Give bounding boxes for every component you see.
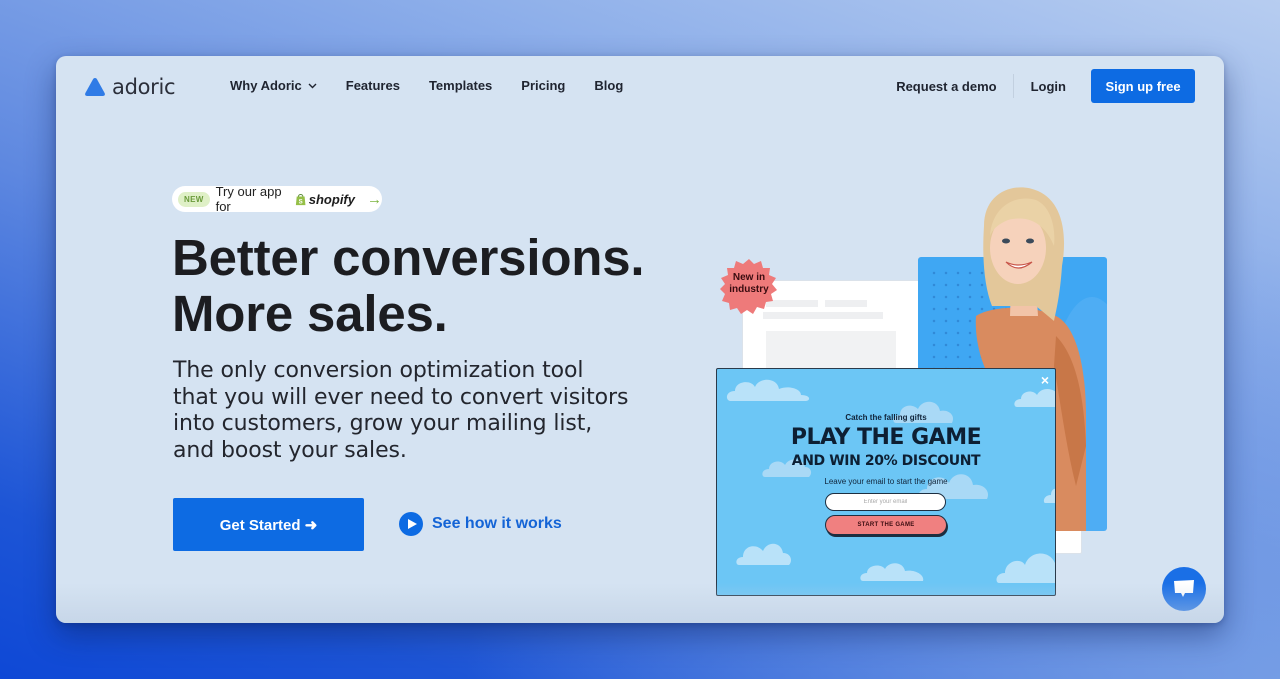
nav-blog[interactable]: Blog: [594, 78, 623, 93]
popup-kicker: Catch the falling gifts: [845, 413, 927, 422]
cloud-decoration: [726, 379, 810, 401]
hero-subtext: The only conversion optimization tool th…: [173, 358, 629, 463]
mock-line: [825, 300, 867, 307]
start-game-button[interactable]: START THE GAME: [825, 515, 947, 535]
cloud-decoration: [1014, 389, 1055, 407]
game-popup-preview: × Catch the falling gifts PLAY THE GAME …: [716, 368, 1056, 596]
chat-launcher-button[interactable]: [1162, 567, 1206, 611]
signup-button[interactable]: Sign up free: [1091, 69, 1195, 103]
shopify-bag-icon: S: [296, 193, 306, 205]
top-navigation: adoric Why Adoric Features Templates Pri…: [56, 56, 1224, 116]
logo-triangle-icon: [85, 78, 105, 96]
cloud-decoration: [736, 543, 791, 565]
nav-actions: Request a demo Login Sign up free: [896, 69, 1195, 103]
logo-text: adoric: [112, 75, 176, 99]
shopify-app-pill[interactable]: NEW Try our app for S shopify →: [172, 184, 382, 214]
nav-pricing[interactable]: Pricing: [521, 78, 565, 93]
popup-close-icon[interactable]: ×: [1041, 372, 1049, 388]
badge-text: New in industry: [719, 272, 779, 296]
headline-line-2: More sales.: [172, 285, 448, 342]
cloud-decoration: [1043, 488, 1055, 503]
nav-why-adoric[interactable]: Why Adoric: [230, 78, 317, 93]
popup-email-input[interactable]: [825, 493, 946, 511]
badge-line-1: New in: [732, 272, 766, 283]
hero-headline: Better conversions. More sales.: [172, 229, 645, 342]
badge-line-2: industry: [729, 284, 769, 295]
popup-subtitle: AND WIN 20% DISCOUNT: [791, 453, 981, 469]
cloud-decoration: [996, 553, 1055, 583]
pill-text: Try our app for: [215, 184, 282, 214]
headline-line-1: Better conversions.: [172, 229, 645, 286]
chevron-down-icon: [308, 83, 317, 88]
see-how-it-works-link[interactable]: See how it works: [399, 512, 562, 536]
nav-why-adoric-label: Why Adoric: [230, 78, 302, 93]
get-started-button[interactable]: Get Started ➜: [173, 498, 364, 551]
svg-text:S: S: [299, 198, 303, 205]
see-how-label: See how it works: [432, 515, 562, 532]
popup-title: PLAY THE GAME: [790, 425, 982, 450]
adoric-logo[interactable]: adoric: [84, 75, 176, 99]
login-link[interactable]: Login: [1014, 79, 1091, 94]
nav-features[interactable]: Features: [346, 78, 400, 93]
nav-templates[interactable]: Templates: [429, 78, 492, 93]
cloud-decoration: [860, 563, 924, 581]
arrow-right-icon: →: [367, 190, 382, 208]
play-icon: [399, 512, 423, 536]
request-demo-link[interactable]: Request a demo: [896, 79, 1012, 94]
nav-links: Why Adoric Features Templates Pricing Bl…: [230, 78, 623, 93]
new-badge: NEW: [178, 191, 210, 207]
shopify-wordmark: shopify: [308, 191, 355, 207]
popup-instruction: Leave your email to start the game: [824, 477, 948, 486]
chat-bubble-icon: [1174, 580, 1194, 597]
mock-line: [763, 312, 883, 319]
browser-page: adoric Why Adoric Features Templates Pri…: [56, 56, 1224, 623]
